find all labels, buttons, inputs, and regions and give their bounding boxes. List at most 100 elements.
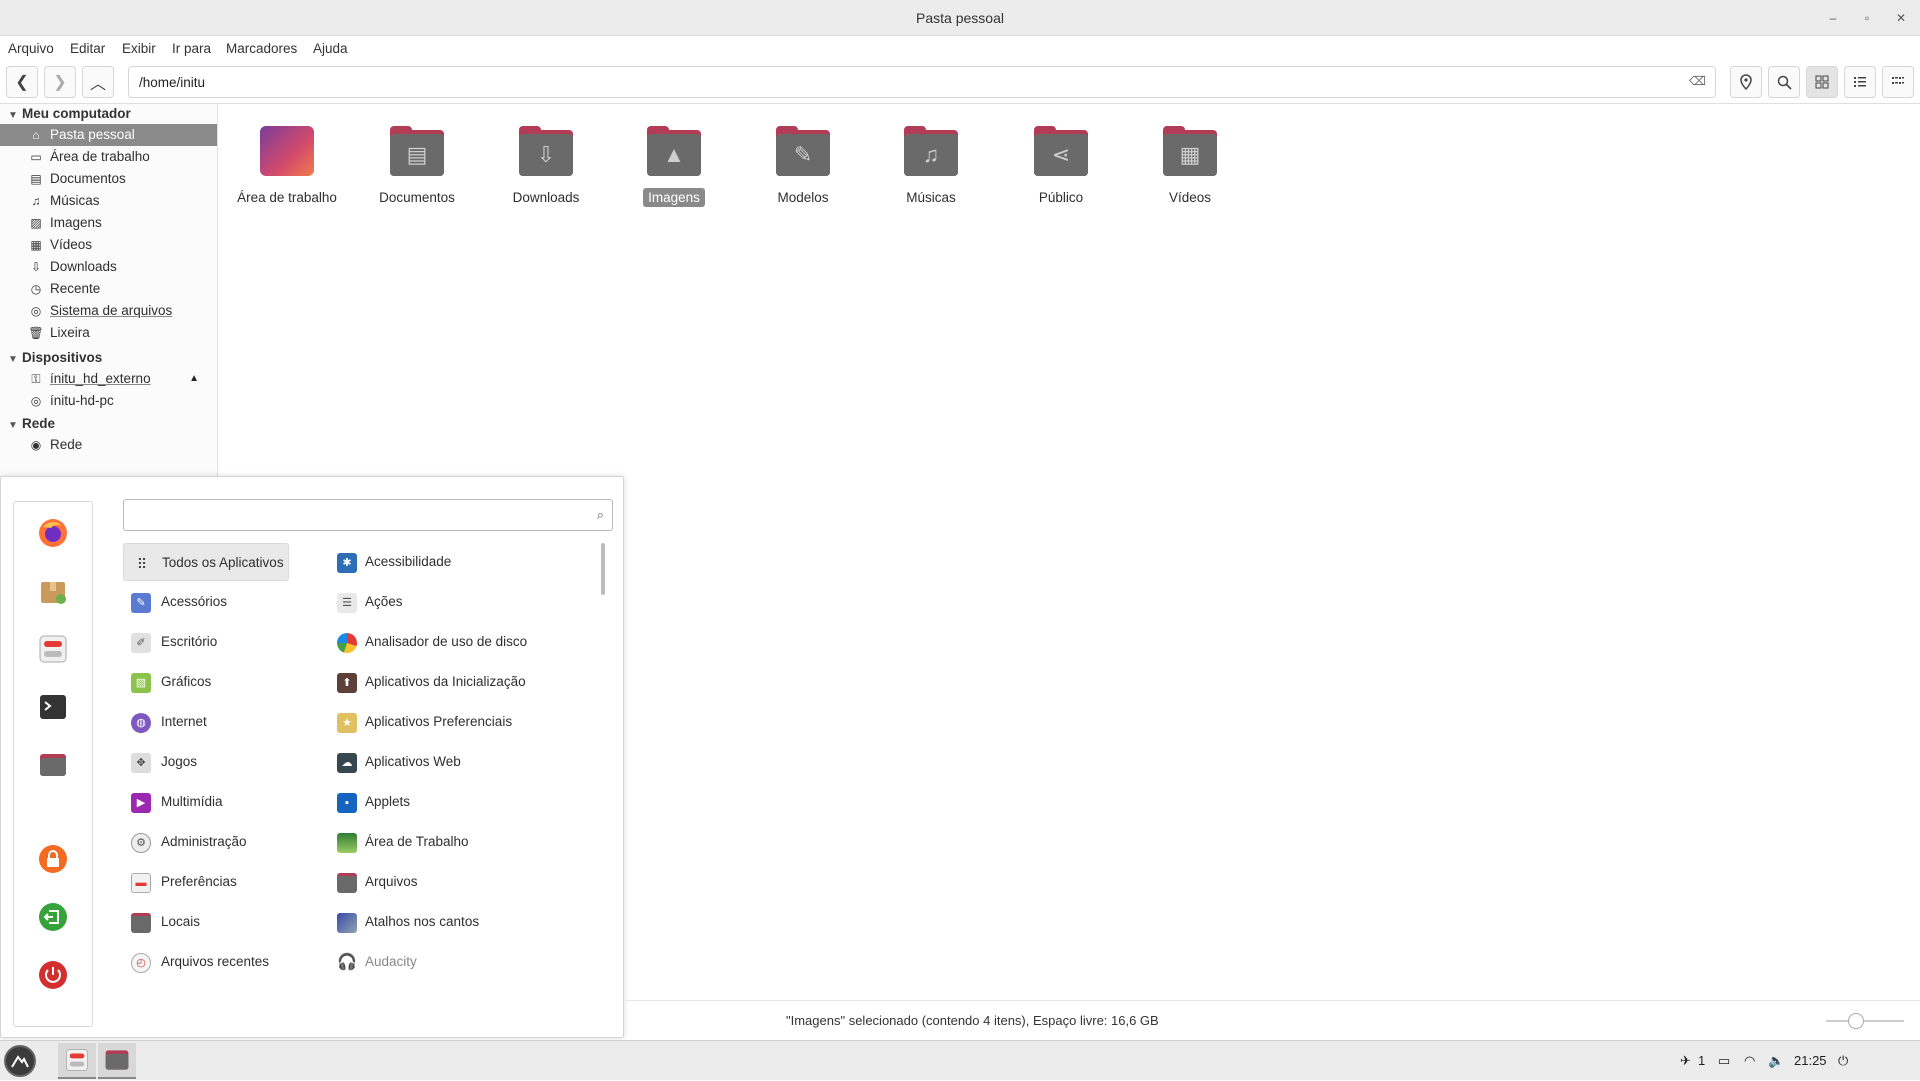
menu-arquivo[interactable]: Arquivo [8,41,54,56]
sidebar-item-recent[interactable]: ◷ Recente [0,278,217,300]
zoom-slider[interactable] [1826,1013,1904,1029]
menu-search-input[interactable] [134,507,574,522]
app-actions[interactable]: ☰ Ações [335,583,595,621]
back-button[interactable]: ❮ [6,66,38,98]
file-item-videos[interactable]: ▦ Vídeos [1130,122,1250,207]
status-bar: "Imagens" selecionado (contendo 4 itens)… [626,1000,1920,1040]
category-recent-files[interactable]: ◴ Arquivos recentes [123,943,289,981]
app-hot-corners[interactable]: Atalhos nos cantos [335,903,595,941]
minimize-button[interactable]: – [1824,9,1842,27]
forward-icon: ❯ [53,74,67,91]
app-desktop[interactable]: Área de Trabalho [335,823,595,861]
menu-ajuda[interactable]: Ajuda [313,41,348,56]
menu-marcadores[interactable]: Marcadores [226,41,297,56]
notifications-icon[interactable]: ✈ [1680,1053,1691,1069]
menu-exibir[interactable]: Exibir [122,41,156,56]
section-devices[interactable]: ▼ Dispositivos [8,350,102,365]
category-office[interactable]: ✐ Escritório [123,623,289,661]
favorite-settings[interactable] [34,630,72,668]
category-preferences[interactable]: ▬ Preferências [123,863,289,901]
location-path: /home/initu [139,75,206,90]
sidebar-item-music[interactable]: ♫ Músicas [0,190,217,212]
category-internet[interactable]: ◍ Internet [123,703,289,741]
app-accessibility[interactable]: ✱ Acessibilidade [335,543,595,581]
toggle-location-button[interactable] [1730,66,1762,98]
chevron-down-icon: ▼ [8,110,18,121]
internet-icon: ◍ [131,713,151,733]
category-graphics[interactable]: ▧ Gráficos [123,663,289,701]
sidebar-item-network[interactable]: ◉ Rede [0,434,217,456]
menu-scrollbar[interactable] [601,543,605,595]
sidebar-item-documents[interactable]: ▤ Documentos [0,168,217,190]
file-item-public[interactable]: ⋖ Público [1001,122,1121,207]
list-view-button[interactable] [1844,66,1876,98]
sidebar-item-external-drive[interactable]: ⚿ ínitu_hd_externo ▲ [0,368,217,390]
network-icon[interactable]: ◠ [1744,1053,1755,1069]
lock-screen-button[interactable] [34,840,72,878]
maximize-button[interactable]: ▫ [1858,9,1876,27]
music-icon: ♫ [31,194,41,208]
category-all-apps[interactable]: ⠿ Todos os Aplicativos [123,543,289,581]
sidebar-item-trash[interactable]: 🗑 Lixeira [0,322,217,344]
title-bar[interactable]: Pasta pessoal – ▫ ✕ [0,0,1920,36]
file-item-templates[interactable]: ✎ Modelos [743,122,863,207]
menu-ir-para[interactable]: Ir para [172,41,211,56]
eject-icon[interactable]: ▲ [189,368,199,390]
menu-editar[interactable]: Editar [70,41,105,56]
app-files[interactable]: Arquivos [335,863,595,901]
clear-location-icon[interactable]: ⌫ [1689,74,1707,90]
app-audacity[interactable]: 🎧 Audacity [335,943,595,981]
category-multimedia[interactable]: ▶ Multimídia [123,783,289,821]
section-computer[interactable]: ▼ Meu computador [8,106,131,121]
favorite-terminal[interactable] [34,688,72,726]
category-games[interactable]: ✥ Jogos [123,743,289,781]
app-startup-applications[interactable]: ⬆ Aplicativos da Inicialização [335,663,595,701]
start-menu-button[interactable] [4,1045,36,1077]
sidebar-item-filesystem[interactable]: ◎ Sistema de arquivos [0,300,217,322]
app-preferred-applications[interactable]: ★ Aplicativos Preferenciais [335,703,595,741]
favorite-software-manager[interactable] [34,572,72,610]
category-administration[interactable]: ⚙ Administração [123,823,289,861]
up-button[interactable]: ︿ [82,66,114,98]
sidebar-item-videos[interactable]: ▦ Vídeos [0,234,217,256]
forward-button[interactable]: ❯ [44,66,76,98]
clock[interactable]: 21:25 [1794,1053,1827,1068]
app-applets[interactable]: ▪ Applets [335,783,595,821]
menu-search-box[interactable]: ⌕ [123,499,613,531]
shutdown-button[interactable] [34,956,72,994]
taskbar-files[interactable] [98,1043,136,1079]
gamepad-icon: ✥ [131,753,151,773]
back-icon: ❮ [15,74,29,91]
sidebar-item-home[interactable]: ⌂ Pasta pessoal [0,124,217,146]
close-button[interactable]: ✕ [1892,9,1910,27]
sidebar-item-pc-drive[interactable]: ◎ ínitu-hd-pc [0,390,217,412]
taskbar-settings[interactable] [58,1043,96,1079]
icon-view-button[interactable] [1806,66,1838,98]
sidebar-item-desktop[interactable]: ▭ Área de trabalho [0,146,217,168]
file-item-pictures[interactable]: ▲ Imagens [614,122,734,207]
sidebar-item-downloads[interactable]: ⇩ Downloads [0,256,217,278]
category-accessories[interactable]: ✎ Acessórios [123,583,289,621]
app-web-apps[interactable]: ☁ Aplicativos Web [335,743,595,781]
removable-drives-icon[interactable]: ▭ [1718,1053,1730,1069]
section-network[interactable]: ▼ Rede [8,416,55,431]
favorite-firefox[interactable] [34,514,72,552]
app-disk-usage-analyzer[interactable]: Analisador de uso de disco [335,623,595,661]
file-item-desktop[interactable]: Área de trabalho [227,122,347,207]
compact-view-button[interactable] [1882,66,1914,98]
search-button[interactable] [1768,66,1800,98]
logout-button[interactable] [34,898,72,936]
workspace-indicator[interactable]: 1 [1698,1053,1705,1068]
file-item-music[interactable]: ♫ Músicas [871,122,991,207]
sidebar-item-pictures[interactable]: ▨ Imagens [0,212,217,234]
folder-icon [337,873,357,893]
power-icon[interactable]: ⏻ [1838,1053,1848,1069]
terminal-icon [40,695,66,719]
favorite-files[interactable] [34,746,72,784]
category-places[interactable]: Locais [123,903,289,941]
file-item-documents[interactable]: ▤ Documentos [357,122,477,207]
file-item-downloads[interactable]: ⇩ Downloads [486,122,606,207]
location-entry[interactable]: /home/initu ⌫ [128,66,1716,98]
volume-icon[interactable]: 🔈 [1768,1053,1784,1069]
zoom-slider-knob[interactable] [1848,1013,1864,1029]
